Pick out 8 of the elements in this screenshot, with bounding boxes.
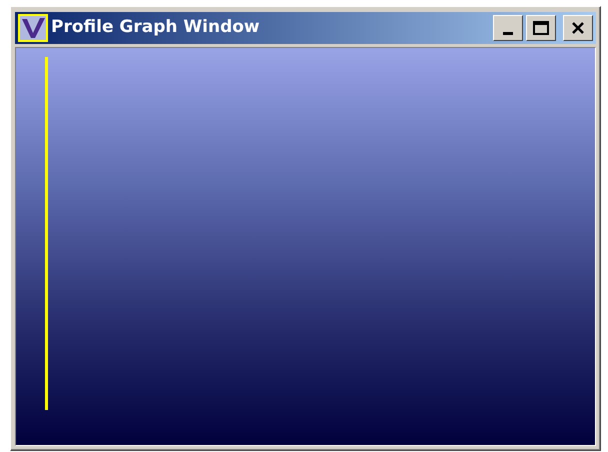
maximize-icon: [533, 21, 549, 35]
maximize-button[interactable]: [526, 15, 556, 41]
close-button[interactable]: [563, 15, 593, 41]
window-title: Profile Graph Window: [51, 16, 261, 40]
minimize-button[interactable]: [493, 15, 523, 41]
close-icon: [571, 21, 585, 35]
v-logo-icon: [18, 14, 48, 42]
minimize-icon: [503, 32, 513, 34]
